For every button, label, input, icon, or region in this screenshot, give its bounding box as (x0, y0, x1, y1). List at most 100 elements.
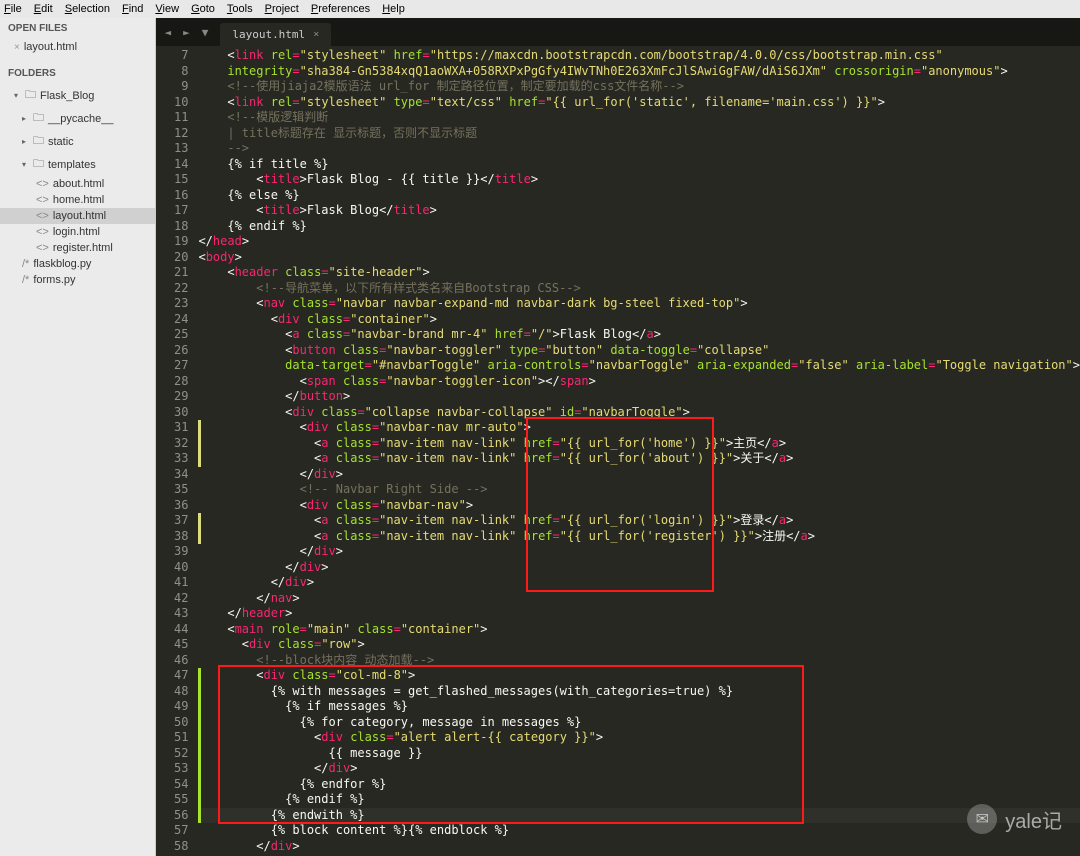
code-line[interactable]: <header class="site-header"> (198, 265, 1080, 281)
code-line[interactable]: {% if messages %} (198, 699, 1080, 715)
code-line[interactable]: <div class="col-md-8"> (198, 668, 1080, 684)
folder-root[interactable]: ▾🗀Flask_Blog (0, 84, 155, 107)
menu-file[interactable]: File (4, 3, 22, 15)
file-item[interactable]: <>home.html (0, 192, 155, 208)
menu-find[interactable]: Find (122, 3, 143, 15)
code-line[interactable]: <div class="alert alert-{{ category }}"> (198, 730, 1080, 746)
code-line[interactable]: {% else %} (198, 188, 1080, 204)
code-line[interactable]: </div> (198, 839, 1080, 855)
chevron-right-icon: ▸ (22, 114, 30, 123)
code-line[interactable]: <div class="navbar-nav"> (198, 498, 1080, 514)
folder-icon: 🗀 (33, 155, 44, 174)
code-line[interactable]: </head> (198, 234, 1080, 250)
folder-icon: 🗀 (25, 86, 36, 105)
close-icon[interactable]: × (14, 42, 20, 53)
folder-item[interactable]: ▸🗀static (0, 130, 155, 153)
chevron-right-icon: ▸ (22, 137, 30, 146)
code-line[interactable]: </div> (198, 575, 1080, 591)
code-line[interactable]: </nav> (198, 591, 1080, 607)
code-line[interactable]: <div class="row"> (198, 637, 1080, 653)
file-item[interactable]: <>register.html (0, 240, 155, 256)
python-file-icon: /* (22, 258, 29, 270)
file-icon: <> (36, 194, 49, 206)
file-item-active[interactable]: <>layout.html (0, 208, 155, 224)
code-line[interactable]: <button class="navbar-toggler" type="but… (198, 343, 1080, 359)
code-line[interactable]: <a class="nav-item nav-link" href="{{ ur… (198, 529, 1080, 545)
code-line[interactable]: {% block content %}{% endblock %} (198, 823, 1080, 839)
code-line[interactable]: <body> (198, 250, 1080, 266)
code-line[interactable]: <!--模版逻辑判断 (198, 110, 1080, 126)
code-line[interactable]: {% endfor %} (198, 777, 1080, 793)
code-line[interactable]: {% endif %} (198, 219, 1080, 235)
code-line[interactable]: </div> (198, 467, 1080, 483)
tab-bar: ◄ ► ▼ layout.html× (156, 18, 1080, 46)
code-line[interactable]: <div class="container"> (198, 312, 1080, 328)
close-tab-icon[interactable]: × (313, 29, 319, 40)
code-line[interactable]: <a class="nav-item nav-link" href="{{ ur… (198, 513, 1080, 529)
code-line[interactable]: integrity="sha384-Gn5384xqQ1aoWXA+058RXP… (198, 64, 1080, 80)
code-line[interactable]: <a class="nav-item nav-link" href="{{ ur… (198, 451, 1080, 467)
code-line[interactable]: <main role="main" class="container"> (198, 622, 1080, 638)
menubar: File Edit Selection Find View Goto Tools Projec… (0, 0, 1080, 18)
code-line[interactable]: {% endif %} (198, 792, 1080, 808)
menu-view[interactable]: View (155, 3, 179, 15)
code-line[interactable]: {% if title %} (198, 157, 1080, 173)
folder-item[interactable]: ▸🗀__pycache__ (0, 107, 155, 130)
menu-goto[interactable]: Goto (191, 3, 215, 15)
folders-header: FOLDERS (0, 63, 155, 84)
wechat-icon: ✉ (967, 804, 997, 834)
tab-nav-fwd-icon[interactable]: ► (183, 26, 190, 39)
folder-icon: 🗀 (33, 132, 44, 151)
code-line[interactable]: {% endwith %} (198, 808, 1080, 824)
code-line[interactable]: <a class="nav-item nav-link" href="{{ ur… (198, 436, 1080, 452)
code-line[interactable]: </div> (198, 544, 1080, 560)
folder-templates[interactable]: ▾🗀templates (0, 153, 155, 176)
line-gutter: 7891011121314151617181920212223242526272… (156, 46, 198, 856)
menu-selection[interactable]: Selection (65, 3, 110, 15)
code-line[interactable]: --> (198, 141, 1080, 157)
code-line[interactable]: data-target="#navbarToggle" aria-control… (198, 358, 1080, 374)
file-item[interactable]: <>login.html (0, 224, 155, 240)
code-line[interactable]: {% for category, message in messages %} (198, 715, 1080, 731)
menu-tools[interactable]: Tools (227, 3, 253, 15)
code-line[interactable]: <!-- Navbar Right Side --> (198, 482, 1080, 498)
code-line[interactable]: <nav class="navbar navbar-expand-md navb… (198, 296, 1080, 312)
editor: ◄ ► ▼ layout.html× 789101112131415161718… (156, 18, 1080, 856)
file-item[interactable]: /*forms.py (0, 272, 155, 288)
code-line[interactable]: </button> (198, 389, 1080, 405)
sidebar: OPEN FILES ×layout.html FOLDERS ▾🗀Flask_… (0, 18, 156, 856)
code-line[interactable]: <div class="collapse navbar-collapse" id… (198, 405, 1080, 421)
code-line[interactable]: | title标题存在 显示标题，否则不显示标题 (198, 126, 1080, 142)
code-line[interactable]: {{ message }} (198, 746, 1080, 762)
code-line[interactable]: <link rel="stylesheet" href="https://max… (198, 48, 1080, 64)
menu-edit[interactable]: Edit (34, 3, 53, 15)
menu-preferences[interactable]: Preferences (311, 3, 370, 15)
file-item[interactable]: <>about.html (0, 176, 155, 192)
tab-active[interactable]: layout.html× (220, 23, 331, 46)
code-line[interactable]: <div class="navbar-nav mr-auto"> (198, 420, 1080, 436)
code-line[interactable]: {% with messages = get_flashed_messages(… (198, 684, 1080, 700)
code-line[interactable]: <!--使用jiaja2模版语法 url_for 制定路径位置，制定要加载的cs… (198, 79, 1080, 95)
code-line[interactable]: <span class="navbar-toggler-icon"></span… (198, 374, 1080, 390)
folder-icon: 🗀 (33, 109, 44, 128)
code-line[interactable]: <title>Flask Blog - {{ title }}</title> (198, 172, 1080, 188)
open-file-item[interactable]: ×layout.html (0, 39, 155, 55)
code-line[interactable]: <title>Flask Blog</title> (198, 203, 1080, 219)
menu-help[interactable]: Help (382, 3, 405, 15)
code-line[interactable]: <link rel="stylesheet" type="text/css" h… (198, 95, 1080, 111)
code-line[interactable]: </div> (198, 761, 1080, 777)
menu-project[interactable]: Project (265, 3, 299, 15)
code-line[interactable]: </div> (198, 560, 1080, 576)
code-line[interactable]: <a class="navbar-brand mr-4" href="/">Fl… (198, 327, 1080, 343)
code-line[interactable]: <!--导航菜单，以下所有样式类名来自Bootstrap CSS--> (198, 281, 1080, 297)
code-line[interactable]: <!--block块内容 动态加载--> (198, 653, 1080, 669)
tab-nav-back-icon[interactable]: ◄ (164, 26, 171, 39)
code-line[interactable]: </header> (198, 606, 1080, 622)
file-icon: <> (36, 242, 49, 254)
python-file-icon: /* (22, 274, 29, 286)
code-content[interactable]: <link rel="stylesheet" href="https://max… (198, 46, 1080, 856)
tab-nav-down-icon[interactable]: ▼ (202, 26, 209, 39)
open-files-header: OPEN FILES (0, 18, 155, 39)
file-icon: <> (36, 210, 49, 222)
file-item[interactable]: /*flaskblog.py (0, 256, 155, 272)
